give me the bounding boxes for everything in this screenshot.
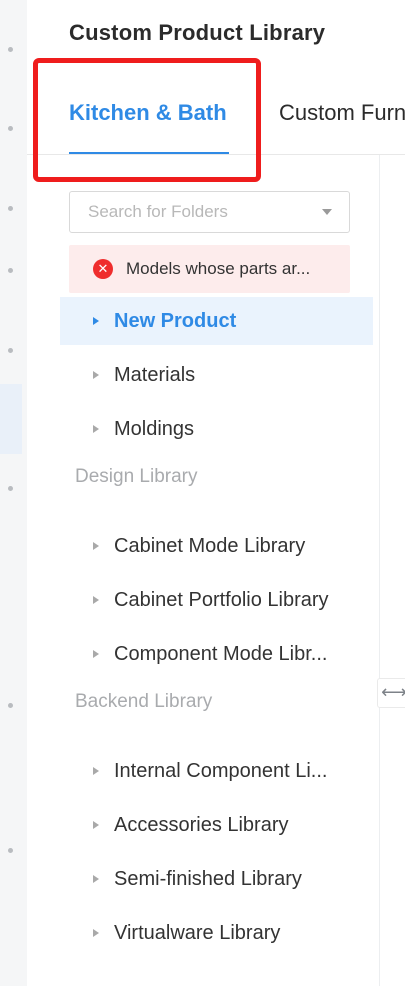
caret-right-icon[interactable]	[93, 929, 99, 937]
caret-right-icon[interactable]	[93, 371, 99, 379]
error-alert: ✕ Models whose parts ar...	[69, 245, 350, 293]
caret-right-icon[interactable]	[93, 821, 99, 829]
tree-item-label: New Product	[114, 310, 237, 332]
nav-rail-icon[interactable]	[8, 348, 13, 353]
tree-item-semi-finished-library[interactable]: Semi-finished Library	[60, 855, 373, 903]
folder-search-input[interactable]	[70, 192, 310, 232]
tree-item-new-product[interactable]: New Product	[60, 297, 373, 345]
alert-message: Models whose parts ar...	[126, 259, 311, 278]
section-heading-backend-library: Backend Library	[75, 691, 213, 712]
tree-item-label: Moldings	[114, 418, 195, 440]
section-heading-design-library: Design Library	[75, 466, 198, 487]
tree-item-virtualware-library[interactable]: Virtualware Library	[60, 909, 373, 957]
nav-rail-icon[interactable]	[8, 47, 13, 52]
caret-right-icon[interactable]	[93, 542, 99, 550]
caret-right-icon[interactable]	[93, 317, 99, 325]
tree-item-label: Internal Component Li...	[114, 760, 328, 782]
caret-right-icon[interactable]	[93, 767, 99, 775]
tree-item-label: Semi-finished Library	[114, 868, 302, 890]
tree-item-label: Accessories Library	[114, 814, 289, 836]
nav-rail-icon[interactable]	[8, 848, 13, 853]
tree-item-label: Component Mode Libr...	[114, 643, 328, 665]
tab-custom-furniture[interactable]: Custom Furniture	[279, 100, 405, 126]
tree-item-accessories-library[interactable]: Accessories Library	[60, 801, 373, 849]
tree-item-component-mode-library[interactable]: Component Mode Libr...	[60, 630, 373, 678]
tree-item-label: Cabinet Portfolio Library	[114, 589, 329, 611]
tree-item-label: Virtualware Library	[114, 922, 281, 944]
error-circle-icon: ✕	[93, 259, 113, 279]
nav-rail-active-item[interactable]	[0, 384, 22, 454]
chevron-down-icon[interactable]	[322, 209, 332, 215]
highlight-annotation-box	[33, 58, 261, 182]
panel-title: Custom Product Library	[69, 20, 326, 45]
caret-right-icon[interactable]	[93, 425, 99, 433]
tree-item-cabinet-mode-library[interactable]: Cabinet Mode Library	[60, 522, 373, 570]
tab-label: Custom Furniture	[279, 100, 405, 125]
caret-right-icon[interactable]	[93, 650, 99, 658]
left-nav-rail	[0, 0, 27, 986]
panel-divider	[379, 155, 380, 986]
nav-rail-icon[interactable]	[8, 126, 13, 131]
tree-item-moldings[interactable]: Moldings	[60, 405, 373, 453]
nav-rail-icon[interactable]	[8, 486, 13, 491]
folder-search-select[interactable]	[69, 191, 350, 233]
custom-product-library-panel: Custom Product Library Kitchen & Bath Cu…	[27, 0, 405, 986]
tree-item-materials[interactable]: Materials	[60, 351, 373, 399]
nav-rail-icon[interactable]	[8, 206, 13, 211]
nav-rail-icon[interactable]	[8, 268, 13, 273]
tree-item-label: Materials	[114, 364, 196, 386]
tree-item-label: Cabinet Mode Library	[114, 535, 306, 557]
caret-right-icon[interactable]	[93, 596, 99, 604]
nav-rail-icon[interactable]	[8, 703, 13, 708]
tree-item-internal-component-library[interactable]: Internal Component Li...	[60, 747, 373, 795]
tree-item-cabinet-portfolio-library[interactable]: Cabinet Portfolio Library	[60, 576, 373, 624]
caret-right-icon[interactable]	[93, 875, 99, 883]
resize-horizontal-icon[interactable]: ⟷	[377, 678, 405, 708]
